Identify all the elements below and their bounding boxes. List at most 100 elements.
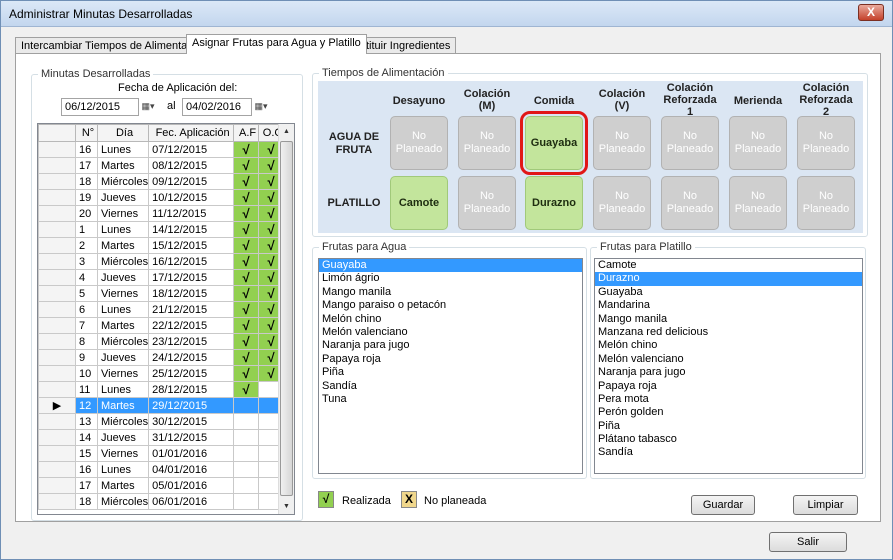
row-selector[interactable] [38,221,76,238]
list-item[interactable]: Limón ágrio [319,272,582,285]
scroll-thumb[interactable] [280,141,293,496]
table-row[interactable]: 3 Miércoles 16/12/2015 √ √ [38,253,285,270]
row-selector[interactable] [38,461,76,478]
meal-slot-button[interactable]: No Planeado [661,116,719,170]
row-selector[interactable] [38,189,76,206]
list-item[interactable]: Piña [319,366,582,379]
table-row[interactable]: 6 Lunes 21/12/2015 √ √ [38,301,285,318]
row-selector[interactable] [38,365,76,382]
table-row[interactable]: 5 Viernes 18/12/2015 √ √ [38,285,285,302]
meal-slot-button[interactable]: No Planeado [797,116,855,170]
row-selector[interactable] [38,429,76,446]
table-row[interactable]: 11 Lunes 28/12/2015 √ [38,381,285,398]
list-item[interactable]: Mango manila [319,286,582,299]
meal-slot-button[interactable]: No Planeado [390,116,448,170]
table-row[interactable]: 4 Jueves 17/12/2015 √ √ [38,269,285,286]
row-selector[interactable] [38,381,76,398]
table-row[interactable]: 8 Miércoles 23/12/2015 √ √ [38,333,285,350]
scroll-down-icon[interactable]: ▼ [279,499,294,514]
row-selector[interactable] [38,477,76,494]
meal-slot-button[interactable]: No Planeado [661,176,719,230]
guardar-button[interactable]: Guardar [691,495,755,515]
list-item[interactable]: Papaya roja [319,353,582,366]
row-selector[interactable] [38,157,76,174]
table-row[interactable]: 17 Martes 08/12/2015 √ √ [38,157,285,174]
meal-slot-button[interactable]: No Planeado [729,176,787,230]
row-selector[interactable] [38,269,76,286]
minutas-grid[interactable]: N° Día Fec. Aplicación A.F O.C 16 Lunes 07/12/2… [37,123,295,515]
list-item[interactable]: Naranja para jugo [319,339,582,352]
date-from-input[interactable]: 06/12/2015 [61,98,139,116]
row-selector[interactable] [38,317,76,334]
list-item[interactable]: Mandarina [595,299,862,312]
meal-slot-button[interactable]: No Planeado [797,176,855,230]
row-selector[interactable] [38,285,76,302]
list-item[interactable]: Tuna [319,393,582,406]
limpiar-button[interactable]: Limpiar [793,495,858,515]
list-item[interactable]: Manzana red delicious [595,326,862,339]
list-item[interactable]: Guayaba [595,286,862,299]
table-row[interactable]: 16 Lunes 04/01/2016 [38,461,285,478]
meal-slot-button[interactable]: No Planeado [729,116,787,170]
table-row[interactable]: 17 Martes 05/01/2016 [38,477,285,494]
list-item[interactable]: Durazno [595,272,862,286]
list-item[interactable]: Papaya roja [595,380,862,393]
row-selector[interactable] [38,173,76,190]
row-selector[interactable] [38,333,76,350]
table-row[interactable]: 18 Miércoles 06/01/2016 [38,493,285,510]
grid-scrollbar[interactable]: ▲ ▼ [278,124,294,514]
scroll-up-icon[interactable]: ▲ [279,124,294,139]
row-selector[interactable] [38,349,76,366]
row-selector[interactable]: ▶ [38,397,76,414]
column-header[interactable]: Día [96,124,150,142]
table-row[interactable]: 16 Lunes 07/12/2015 √ √ [38,141,285,158]
list-item[interactable]: Camote [595,259,862,272]
list-item[interactable]: Guayaba [319,259,582,273]
meal-slot-button[interactable]: Guayaba [520,111,588,175]
meal-slot-button[interactable]: Durazno [525,176,583,230]
table-row[interactable]: 18 Miércoles 09/12/2015 √ √ [38,173,285,190]
tab-asignar-frutas[interactable]: Asignar Frutas para Agua y Platillo [186,34,367,54]
table-row[interactable]: 13 Miércoles 30/12/2015 [38,413,285,430]
list-item[interactable]: Melón chino [319,313,582,326]
list-item[interactable]: Sandía [595,446,862,459]
table-row[interactable]: 19 Jueves 10/12/2015 √ √ [38,189,285,206]
list-item[interactable]: Melón valenciano [319,326,582,339]
salir-button[interactable]: Salir [769,532,847,552]
column-header[interactable]: Fec. Aplicación [148,124,235,142]
calendar-dropdown-icon[interactable]: ▦▾ [138,98,158,116]
table-row[interactable]: 1 Lunes 14/12/2015 √ √ [38,221,285,238]
row-selector[interactable] [38,205,76,222]
meal-slot-button[interactable]: Camote [390,176,448,230]
row-selector[interactable] [38,413,76,430]
table-row[interactable]: 20 Viernes 11/12/2015 √ √ [38,205,285,222]
meal-slot-button[interactable]: No Planeado [458,176,516,230]
table-row[interactable]: 10 Viernes 25/12/2015 √ √ [38,365,285,382]
frutas-agua-list[interactable]: Guayaba Limón ágrio Mango manila Mango para… [318,258,583,474]
tab-intercambiar-tiempos[interactable]: Intercambiar Tiempos de Alimentación [15,37,214,54]
list-item[interactable]: Mango paraiso o petacón [319,299,582,312]
column-header[interactable]: A.F [233,124,260,142]
row-selector[interactable] [38,493,76,510]
table-row[interactable]: 7 Martes 22/12/2015 √ √ [38,317,285,334]
list-item[interactable]: Melón valenciano [595,353,862,366]
meal-slot-button[interactable]: No Planeado [458,116,516,170]
row-selector[interactable] [38,237,76,254]
meal-slot-button[interactable]: No Planeado [593,116,651,170]
meal-slot-button[interactable]: No Planeado [593,176,651,230]
list-item[interactable]: Melón chino [595,339,862,352]
row-selector[interactable] [38,253,76,270]
row-selector[interactable] [38,141,76,158]
list-item[interactable]: Plátano tabasco [595,433,862,446]
column-header[interactable]: N° [75,124,98,142]
row-selector[interactable] [38,301,76,318]
list-item[interactable]: Piña [595,420,862,433]
list-item[interactable]: Pera mota [595,393,862,406]
table-row[interactable]: 9 Jueves 24/12/2015 √ √ [38,349,285,366]
close-button[interactable]: X [858,4,884,21]
date-to-input[interactable]: 04/02/2016 [182,98,252,116]
calendar-dropdown-icon[interactable]: ▦▾ [251,98,271,116]
frutas-platillo-list[interactable]: Camote Durazno Guayaba Mandarina Mango manil… [594,258,863,474]
list-item[interactable]: Sandía [319,380,582,393]
table-row[interactable]: 2 Martes 15/12/2015 √ √ [38,237,285,254]
